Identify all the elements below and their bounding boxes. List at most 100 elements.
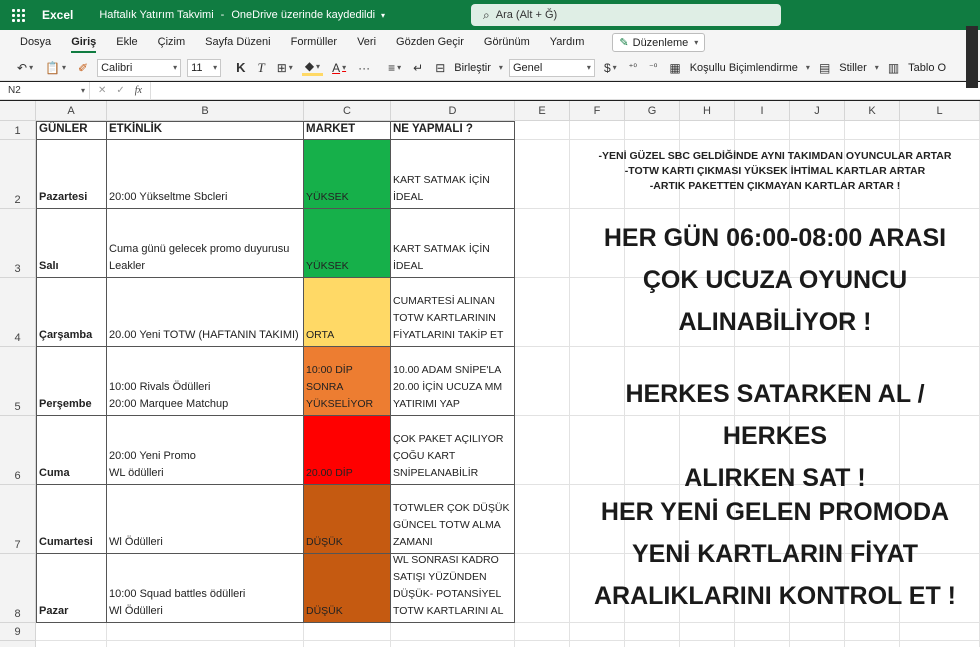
action-cell[interactable]: KART SATMAK İÇİN İDEAL bbox=[391, 209, 515, 278]
tab-formuller[interactable]: Formüller bbox=[281, 30, 347, 55]
wrap-text-icon[interactable]: ↵ bbox=[410, 61, 426, 75]
grid-cell[interactable] bbox=[570, 641, 625, 647]
event-cell[interactable]: 10:00 Squad battles ödülleri Wl Ödülleri bbox=[107, 554, 304, 623]
table-header-cell[interactable]: ETKİNLİK bbox=[107, 121, 304, 140]
cancel-icon[interactable]: ✕ bbox=[98, 85, 106, 96]
column-header[interactable]: B bbox=[107, 101, 304, 121]
grid-cell[interactable] bbox=[515, 623, 570, 641]
grid-cell[interactable] bbox=[900, 623, 980, 641]
tab-gorunum[interactable]: Görünüm bbox=[474, 30, 540, 55]
action-cell[interactable]: 10.00 ADAM SNİPE'LA 20.00 İÇİN UCUZA MM … bbox=[391, 347, 515, 416]
market-cell[interactable]: 10:00 DİP SONRA YÜKSELİYOR bbox=[304, 347, 391, 416]
undo-icon[interactable]: ↶ ▾ bbox=[14, 61, 36, 75]
grid-cell[interactable] bbox=[515, 554, 570, 623]
grid-cell[interactable] bbox=[790, 121, 845, 140]
column-header[interactable]: H bbox=[680, 101, 735, 121]
font-name-dropdown[interactable]: Calibri ▾ bbox=[97, 58, 182, 77]
font-color-icon[interactable]: A ▾ bbox=[329, 61, 349, 75]
market-cell[interactable]: ORTA bbox=[304, 278, 391, 347]
market-cell[interactable]: DÜŞÜK bbox=[304, 554, 391, 623]
document-title[interactable]: Haftalık Yatırım Takvimi - OneDrive üzer… bbox=[99, 9, 385, 21]
editing-mode-button[interactable]: ✎ Düzenleme ▾ bbox=[612, 33, 706, 52]
grid-cell[interactable] bbox=[680, 121, 735, 140]
grid-cell[interactable] bbox=[845, 623, 900, 641]
app-name[interactable]: Excel bbox=[42, 8, 73, 22]
column-header[interactable]: C bbox=[304, 101, 391, 121]
column-header[interactable]: F bbox=[570, 101, 625, 121]
fill-color-icon[interactable]: ◆ ▾ bbox=[301, 59, 324, 76]
table-button[interactable]: Tablo O bbox=[908, 62, 946, 74]
row-header[interactable]: 6 bbox=[0, 416, 36, 485]
grid-cell[interactable] bbox=[391, 641, 515, 647]
column-header[interactable]: G bbox=[625, 101, 680, 121]
formula-input[interactable] bbox=[150, 81, 980, 100]
column-header[interactable]: L bbox=[900, 101, 980, 121]
grid-cell[interactable] bbox=[515, 641, 570, 647]
format-painter-icon[interactable]: ✐ bbox=[75, 61, 91, 75]
styles-icon[interactable]: ▤ bbox=[816, 61, 833, 75]
column-header[interactable]: I bbox=[735, 101, 790, 121]
grid-cell[interactable] bbox=[304, 641, 391, 647]
tab-veri[interactable]: Veri bbox=[347, 30, 386, 55]
tab-ekle[interactable]: Ekle bbox=[106, 30, 147, 55]
column-header[interactable]: D bbox=[391, 101, 515, 121]
table-icon[interactable]: ▥ bbox=[885, 61, 902, 75]
grid-cell[interactable] bbox=[900, 121, 980, 140]
row-header[interactable]: 3 bbox=[0, 209, 36, 278]
grid-cell[interactable] bbox=[735, 121, 790, 140]
action-cell[interactable]: KART SATMAK İÇİN İDEAL bbox=[391, 140, 515, 209]
event-cell[interactable]: Wl Ödülleri bbox=[107, 485, 304, 554]
market-cell[interactable]: YÜKSEK bbox=[304, 209, 391, 278]
market-cell[interactable]: YÜKSEK bbox=[304, 140, 391, 209]
day-cell[interactable]: Cumartesi bbox=[36, 485, 107, 554]
grid-cell[interactable] bbox=[515, 140, 570, 209]
day-cell[interactable]: Çarşamba bbox=[36, 278, 107, 347]
worksheet-grid[interactable]: ABCDEFGHIJKL 12345678910 GÜNLER ETKİNLİK MAR… bbox=[0, 101, 980, 647]
select-all-corner[interactable] bbox=[0, 101, 36, 121]
borders-icon[interactable]: ⊞ ▾ bbox=[274, 61, 296, 75]
day-cell[interactable]: Salı bbox=[36, 209, 107, 278]
day-cell[interactable]: Pazartesi bbox=[36, 140, 107, 209]
decrease-decimal-icon[interactable]: ⁻⁰ bbox=[646, 62, 660, 73]
grid-cell[interactable] bbox=[625, 121, 680, 140]
row-header[interactable]: 1 bbox=[0, 121, 36, 140]
grid-cell[interactable] bbox=[625, 641, 680, 647]
merge-icon[interactable]: ⊟ bbox=[432, 61, 448, 75]
conditional-format-icon[interactable]: ▦ bbox=[666, 61, 683, 75]
number-format-dropdown[interactable]: Genel ▾ bbox=[508, 58, 595, 77]
column-header[interactable]: E bbox=[515, 101, 570, 121]
event-cell[interactable]: Cuma günü gelecek promo duyurusu Leakler bbox=[107, 209, 304, 278]
tab-dosya[interactable]: Dosya bbox=[10, 30, 61, 55]
grid-cell[interactable] bbox=[36, 641, 107, 647]
grid-cell[interactable] bbox=[36, 623, 107, 641]
currency-button[interactable]: $ ▾ bbox=[601, 61, 620, 75]
align-icon[interactable]: ≡ ▾ bbox=[385, 61, 404, 75]
action-cell[interactable]: CUMARTESİ ALINAN TOTW KARTLARININ FİYATL… bbox=[391, 278, 515, 347]
grid-cell[interactable] bbox=[900, 641, 980, 647]
row-header[interactable]: 9 bbox=[0, 623, 36, 641]
table-header-cell[interactable]: MARKET bbox=[304, 121, 391, 140]
row-header[interactable]: 5 bbox=[0, 347, 36, 416]
paste-icon[interactable]: 📋 ▾ bbox=[42, 61, 69, 75]
grid-cell[interactable] bbox=[680, 623, 735, 641]
search-input[interactable]: ⌕ Ara (Alt + Ğ) bbox=[471, 4, 781, 26]
action-cell[interactable]: TOTWLER ÇOK DÜŞÜK GÜNCEL TOTW ALMA ZAMAN… bbox=[391, 485, 515, 554]
tab-cizim[interactable]: Çizim bbox=[148, 30, 196, 55]
event-cell[interactable]: 20:00 Yükseltme Sbcleri bbox=[107, 140, 304, 209]
grid-cell[interactable] bbox=[515, 347, 570, 416]
table-header-cell[interactable]: GÜNLER bbox=[36, 121, 107, 140]
table-header-cell[interactable]: NE YAPMALI ? bbox=[391, 121, 515, 140]
grid-cell[interactable] bbox=[570, 121, 625, 140]
column-header[interactable]: J bbox=[790, 101, 845, 121]
grid-cell[interactable] bbox=[515, 485, 570, 554]
font-size-dropdown[interactable]: 11 ▾ bbox=[187, 58, 222, 77]
confirm-icon[interactable]: ✓ bbox=[116, 85, 124, 96]
grid-cell[interactable] bbox=[107, 623, 304, 641]
market-cell[interactable]: DÜŞÜK bbox=[304, 485, 391, 554]
event-cell[interactable]: 20.00 Yeni TOTW (HAFTANIN TAKIMI) bbox=[107, 278, 304, 347]
tab-giris[interactable]: Giriş bbox=[61, 30, 106, 55]
grid-cell[interactable] bbox=[391, 623, 515, 641]
day-cell[interactable]: Perşembe bbox=[36, 347, 107, 416]
grid-cell[interactable] bbox=[625, 623, 680, 641]
row-header[interactable]: 2 bbox=[0, 140, 36, 209]
